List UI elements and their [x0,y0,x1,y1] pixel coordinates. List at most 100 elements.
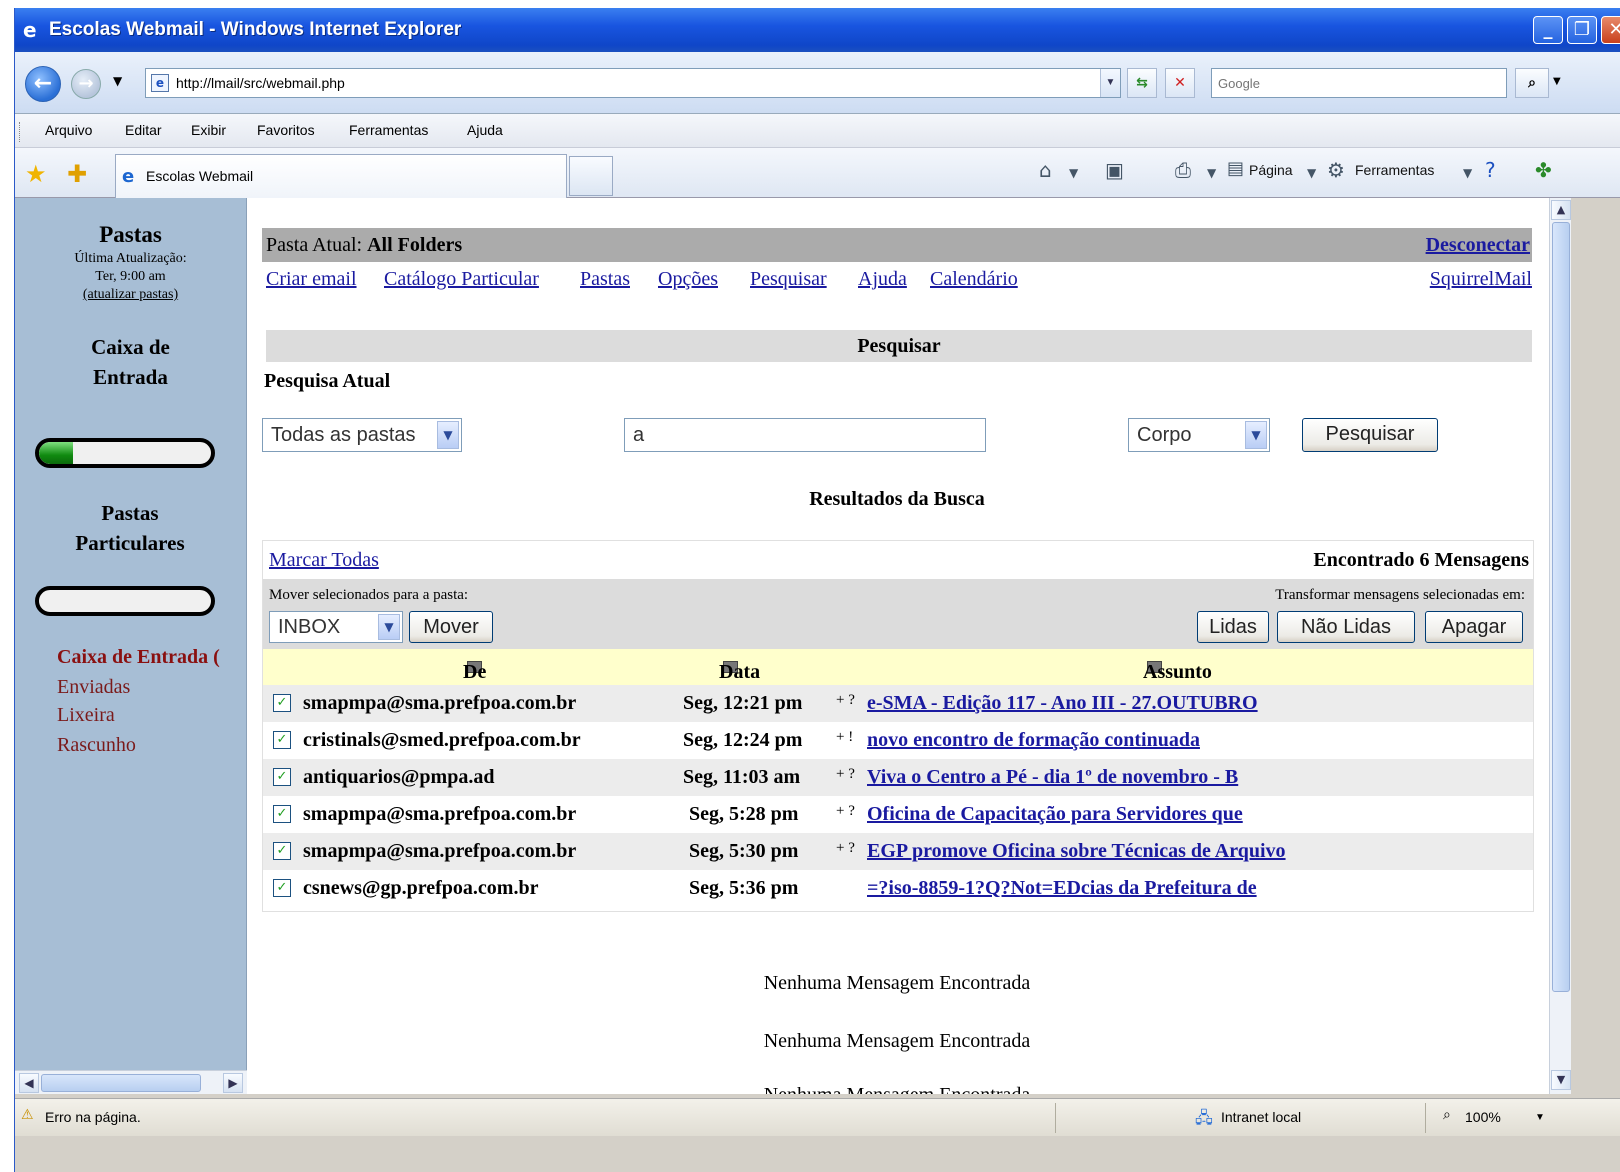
table-row[interactable]: ✓ csnews@gp.prefpoa.com.br Seg, 5:36 pm … [263,870,1533,907]
zoom-level[interactable]: 100% [1465,1109,1501,1125]
zoom-dropdown-icon[interactable]: ▼ [1535,1112,1545,1123]
row-checkbox[interactable]: ✓ [273,768,291,786]
address-dropdown-icon[interactable]: ▼ [1100,69,1120,97]
vertical-scroll-thumb[interactable] [1552,222,1570,992]
folder-inbox[interactable]: Caixa de Entrada ( [57,646,220,669]
horizontal-scrollbar[interactable]: ◀ ▶ [15,1070,247,1094]
mark-all-link[interactable]: Marcar Todas [269,549,379,572]
row-checkbox[interactable]: ✓ [273,731,291,749]
row-checkbox[interactable]: ✓ [273,842,291,860]
page-menu-icon[interactable]: ▤ [1227,158,1244,179]
security-zone[interactable]: Intranet local [1221,1109,1301,1125]
feeds-icon[interactable]: ▣ [1105,158,1124,182]
back-icon[interactable]: ← [25,66,61,102]
nav-search[interactable]: Pesquisar [750,268,827,291]
refresh-folders-link[interactable]: (atualizar pastas) [83,287,178,302]
nav-help[interactable]: Ajuda [858,268,907,291]
scope-select[interactable]: Todas as pastas ▼ [262,418,462,452]
folder-sent[interactable]: Enviadas [57,676,130,699]
tools-menu[interactable]: Ferramentas [1355,162,1434,178]
row-subject-link[interactable]: Viva o Centro a Pé - dia 1º de novembro … [867,766,1238,789]
logout-link[interactable]: Desconectar [1426,234,1530,257]
search-input[interactable] [624,418,986,452]
nav-addresses[interactable]: Catálogo Particular [384,268,539,291]
table-row[interactable]: ✓ smapmpa@sma.prefpoa.com.br Seg, 5:30 p… [263,833,1533,870]
help-icon[interactable]: ? [1485,158,1496,182]
home-icon[interactable]: ⌂ [1039,158,1052,182]
print-dropdown-icon[interactable]: ▼ [1207,166,1216,180]
mark-read-button[interactable]: Lidas [1197,611,1269,643]
nav-compose[interactable]: Criar email [266,268,357,291]
research-icon[interactable]: ✤ [1535,158,1552,182]
column-date[interactable]: Data [719,655,760,683]
scroll-down-icon[interactable]: ▼ [1551,1070,1571,1090]
menu-arquivo[interactable]: Arquivo [45,122,92,138]
nav-folders[interactable]: Pastas [580,268,630,291]
refresh-icon[interactable]: ⇆ [1127,68,1157,98]
folder-drafts[interactable]: Rascunho [57,734,136,757]
folder-trash[interactable]: Lixeira [57,704,115,727]
table-row[interactable]: ✓ smapmpa@sma.prefpoa.com.br Seg, 5:28 p… [263,796,1533,833]
mark-unread-button[interactable]: Não Lidas [1277,611,1415,643]
scroll-left-icon[interactable]: ◀ [19,1073,39,1093]
horizontal-scroll-thumb[interactable] [41,1074,201,1092]
history-dropdown-icon[interactable]: ▼ [113,74,122,88]
chevron-down-icon[interactable]: ▼ [437,421,459,449]
tools-dropdown-icon[interactable]: ▼ [1463,166,1472,180]
row-subject-link[interactable]: =?iso-8859-1?Q?Not=EDcias da Prefeitura … [867,877,1257,900]
print-icon[interactable]: ⎙ [1175,158,1191,182]
search-icon[interactable]: ⌕ [1515,68,1549,98]
row-checkbox[interactable]: ✓ [273,805,291,823]
table-row[interactable]: ✓ smapmpa@sma.prefpoa.com.br Seg, 12:21 … [263,685,1533,722]
table-row[interactable]: ✓ antiquarios@pmpa.ad Seg, 11:03 am + ? … [263,759,1533,796]
column-subject[interactable]: Assunto [1143,655,1212,683]
menu-ajuda[interactable]: Ajuda [467,122,503,138]
search-button[interactable]: Pesquisar [1302,418,1438,452]
menu-favoritos[interactable]: Favoritos [257,122,315,138]
stop-icon[interactable]: ✕ [1165,68,1195,98]
add-favorite-icon[interactable]: ✚ [67,160,87,188]
warning-icon[interactable]: ⚠ [21,1107,34,1123]
minimize-icon[interactable]: _ [1533,16,1563,44]
move-target-select[interactable]: INBOX ▼ [269,611,403,643]
maximize-icon[interactable]: ❐ [1567,16,1597,44]
tools-gear-icon[interactable]: ⚙ [1327,158,1345,182]
column-from[interactable]: De [463,655,486,683]
nav-options[interactable]: Opções [658,268,718,291]
field-select[interactable]: Corpo ▼ [1128,418,1270,452]
browser-search-box[interactable] [1211,68,1507,98]
favorites-star-icon[interactable]: ★ [25,160,47,188]
forward-icon[interactable]: → [71,69,101,99]
row-subject-link[interactable]: Oficina de Capacitação para Servidores q… [867,803,1243,826]
menu-exibir[interactable]: Exibir [191,122,226,138]
chevron-down-icon[interactable]: ▼ [378,614,400,640]
chevron-down-icon[interactable]: ▼ [1245,421,1267,449]
move-button[interactable]: Mover [409,611,493,643]
status-message[interactable]: Erro na página. [45,1109,141,1125]
scroll-up-icon[interactable]: ▲ [1551,200,1571,220]
row-subject-link[interactable]: novo encontro de formação continuada [867,729,1200,752]
results-table: Marcar Todas Encontrado 6 Mensagens Move… [262,540,1534,912]
nav-calendar[interactable]: Calendário [930,268,1018,291]
row-subject-link[interactable]: EGP promove Oficina sobre Técnicas de Ar… [867,840,1286,863]
row-subject-link[interactable]: e-SMA - Edição 117 - Ano III - 27.OUTUBR… [867,692,1258,715]
address-field[interactable]: e http://lmail/src/webmail.php ▼ [145,68,1121,98]
scroll-right-icon[interactable]: ▶ [223,1073,243,1093]
squirrelmail-link[interactable]: SquirrelMail [1430,268,1532,291]
page-menu[interactable]: Página [1249,162,1293,178]
page-dropdown-icon[interactable]: ▼ [1307,166,1316,180]
new-tab-button[interactable] [569,156,613,196]
address-url[interactable]: http://lmail/src/webmail.php [176,75,345,91]
close-icon[interactable]: ✕ [1601,16,1620,44]
menu-ferramentas[interactable]: Ferramentas [349,122,428,138]
vertical-scrollbar[interactable]: ▲ ▼ [1549,198,1571,1094]
menu-editar[interactable]: Editar [125,122,162,138]
tab-escolas-webmail[interactable]: e Escolas Webmail [115,154,567,198]
home-dropdown-icon[interactable]: ▼ [1069,166,1078,180]
delete-button[interactable]: Apagar [1425,611,1523,643]
search-options-icon[interactable]: ▼ [1553,76,1561,87]
row-checkbox[interactable]: ✓ [273,694,291,712]
browser-search-input[interactable] [1212,69,1506,97]
row-checkbox[interactable]: ✓ [273,879,291,897]
table-row[interactable]: ✓ cristinals@smed.prefpoa.com.br Seg, 12… [263,722,1533,759]
